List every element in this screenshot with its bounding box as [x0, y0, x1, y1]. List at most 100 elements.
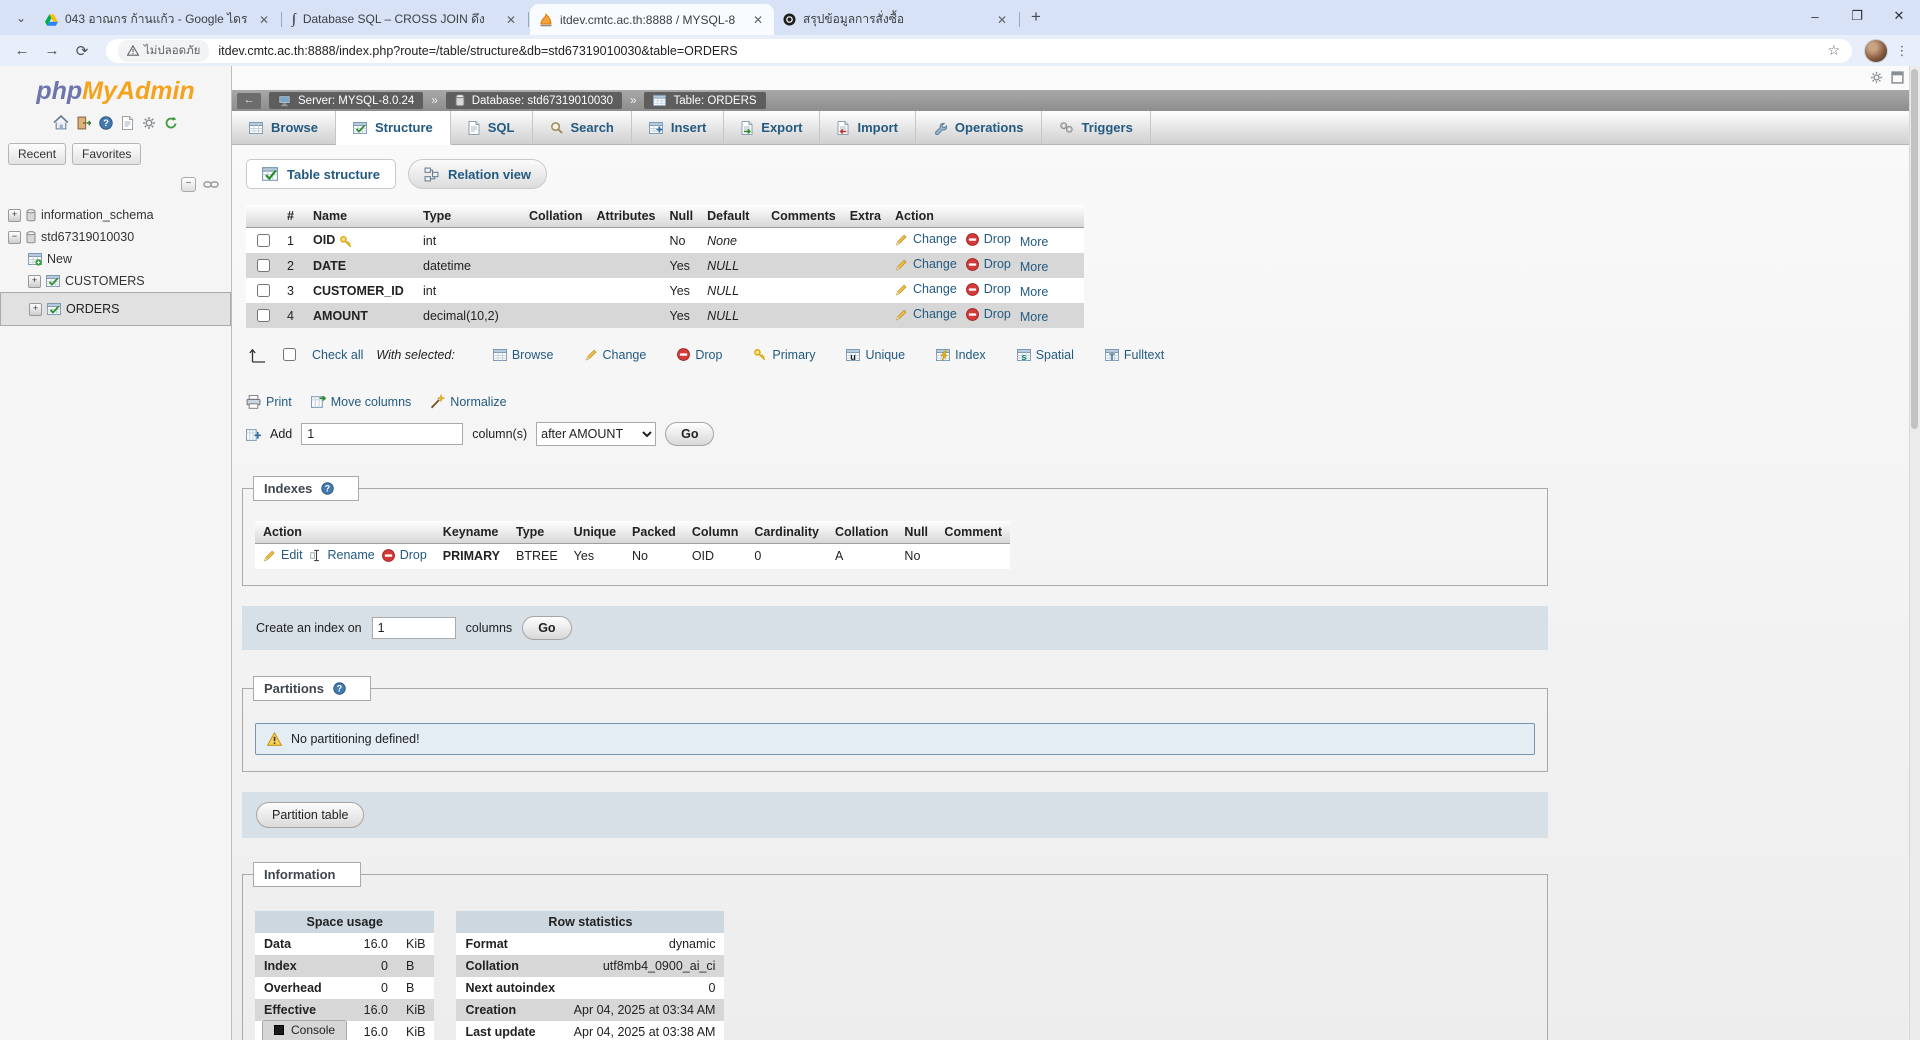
- console-toggle[interactable]: Console: [262, 1020, 347, 1040]
- more-link[interactable]: More: [1020, 260, 1048, 274]
- security-chip[interactable]: ไม่ปลอดภัย: [118, 40, 209, 62]
- check-all-link[interactable]: Check all: [312, 348, 363, 362]
- tab-browse[interactable]: Browse: [232, 111, 336, 144]
- browser-tab-3[interactable]: itdev.cmtc.ac.th:8888 / MYSQL-8✕: [530, 4, 774, 35]
- tab-operations[interactable]: Operations: [916, 111, 1042, 144]
- minimize-button[interactable]: –: [1794, 0, 1836, 32]
- tree-expander-icon[interactable]: +: [8, 209, 21, 222]
- browser-tab-4[interactable]: สรุปข้อมูลการสั่งซื้อ✕: [774, 4, 1018, 35]
- withselected-browse-link[interactable]: Browse: [493, 348, 554, 362]
- scrollbar-thumb[interactable]: [1911, 69, 1918, 429]
- tree-item-CUSTOMERS[interactable]: +CUSTOMERS: [0, 270, 231, 292]
- change-link[interactable]: Change: [895, 307, 957, 321]
- drop-link[interactable]: Drop: [966, 282, 1011, 296]
- maximize-button[interactable]: ❐: [1836, 0, 1878, 32]
- refresh-icon[interactable]: [164, 115, 178, 130]
- row-checkbox[interactable]: [257, 309, 270, 322]
- more-link[interactable]: More: [1020, 310, 1048, 324]
- check-all-checkbox[interactable]: [283, 348, 296, 361]
- tree-item-information_schema[interactable]: +information_schema: [0, 204, 231, 226]
- page-scrollbar[interactable]: [1909, 66, 1920, 1040]
- drop-link[interactable]: Drop: [966, 307, 1011, 321]
- page-settings-gear-icon[interactable]: [1870, 71, 1883, 84]
- indexes-help-icon[interactable]: ?: [321, 482, 334, 495]
- add-count-input[interactable]: [301, 423, 463, 445]
- partitions-help-icon[interactable]: ?: [333, 682, 346, 695]
- breadcrumb-database[interactable]: Database: std67319010030: [446, 92, 622, 109]
- tab-structure[interactable]: Structure: [336, 111, 451, 145]
- recent-button[interactable]: Recent: [8, 143, 66, 165]
- breadcrumb-server[interactable]: Server: MYSQL-8.0.24: [269, 92, 423, 109]
- tab-search-icon[interactable]: ⌄: [8, 5, 34, 31]
- row-checkbox[interactable]: [257, 284, 270, 297]
- withselected-primary-link[interactable]: Primary: [753, 348, 815, 362]
- breadcrumb-table[interactable]: Table: ORDERS: [644, 92, 765, 109]
- change-link[interactable]: Change: [895, 282, 957, 296]
- subtab-relation-view[interactable]: Relation view: [408, 159, 547, 189]
- withselected-unique-link[interactable]: uUnique: [846, 348, 905, 362]
- index-edit-link[interactable]: Edit: [263, 548, 303, 562]
- close-button[interactable]: ✕: [1878, 0, 1920, 32]
- create-index-count-input[interactable]: [372, 617, 456, 639]
- tree-item-ORDERS[interactable]: +ORDERS: [0, 292, 231, 326]
- drop-link[interactable]: Drop: [966, 257, 1011, 271]
- normalize-link[interactable]: Normalize: [430, 394, 506, 409]
- browser-tab-2[interactable]: ∫Database SQL – CROSS JOIN ดึง✕: [283, 4, 527, 35]
- print-link[interactable]: Print: [246, 395, 292, 409]
- tab-insert[interactable]: Insert: [632, 111, 724, 144]
- move-columns-link[interactable]: Move columns: [311, 394, 412, 409]
- create-index-go-button[interactable]: Go: [522, 616, 571, 640]
- forward-icon[interactable]: →: [40, 42, 64, 59]
- docs-icon[interactable]: [121, 115, 134, 130]
- add-go-button[interactable]: Go: [665, 422, 714, 446]
- home-icon[interactable]: [53, 115, 69, 130]
- index-drop-link[interactable]: Drop: [382, 548, 427, 562]
- tab-export[interactable]: Export: [724, 111, 820, 144]
- reload-icon[interactable]: ⟳: [70, 42, 94, 60]
- tree-item-std67319010030[interactable]: −std67319010030: [0, 226, 231, 248]
- phpmyadmin-logo[interactable]: phpMyAdmin: [0, 66, 231, 108]
- browser-menu-icon[interactable]: ⋮: [1894, 43, 1910, 59]
- tree-expander-icon[interactable]: +: [29, 303, 42, 316]
- tree-item-New[interactable]: New: [0, 248, 231, 270]
- withselected-spatial-link[interactable]: sSpatial: [1017, 348, 1074, 362]
- profile-avatar[interactable]: [1864, 39, 1888, 63]
- bookmark-star-icon[interactable]: ☆: [1827, 42, 1840, 59]
- logout-door-icon[interactable]: [77, 115, 91, 130]
- withselected-drop-link[interactable]: Drop: [677, 348, 722, 362]
- breadcrumb-back-icon[interactable]: ←: [237, 93, 261, 109]
- withselected-change-link[interactable]: Change: [585, 348, 647, 362]
- favorites-button[interactable]: Favorites: [72, 143, 141, 165]
- tab-close-icon[interactable]: ✕: [995, 13, 1009, 27]
- row-checkbox[interactable]: [257, 259, 270, 272]
- tab-close-icon[interactable]: ✕: [257, 13, 271, 27]
- settings-gear-icon[interactable]: [142, 115, 156, 130]
- browser-tab-1[interactable]: 043 อาณกร ก้านแก้ว - Google ไดร✕: [36, 4, 280, 35]
- more-link[interactable]: More: [1020, 285, 1048, 299]
- withselected-fulltext-link[interactable]: TFulltext: [1105, 348, 1164, 362]
- add-position-select[interactable]: after AMOUNT: [536, 422, 656, 446]
- more-link[interactable]: More: [1020, 235, 1048, 249]
- drop-link[interactable]: Drop: [966, 232, 1011, 246]
- expand-window-icon[interactable]: [1891, 71, 1904, 84]
- new-tab-button[interactable]: +: [1023, 4, 1049, 30]
- row-checkbox[interactable]: [257, 234, 270, 247]
- tree-expander-icon[interactable]: +: [28, 275, 41, 288]
- tab-sql[interactable]: SQL: [451, 111, 533, 144]
- collapse-all-icon[interactable]: −: [181, 177, 196, 192]
- change-link[interactable]: Change: [895, 232, 957, 246]
- link-panels-icon[interactable]: [203, 179, 219, 190]
- help-icon[interactable]: ?: [99, 115, 113, 130]
- tab-import[interactable]: Import: [820, 111, 915, 144]
- tab-close-icon[interactable]: ✕: [504, 13, 518, 27]
- withselected-index-link[interactable]: Index: [936, 348, 986, 362]
- partition-table-button[interactable]: Partition table: [256, 802, 364, 828]
- change-link[interactable]: Change: [895, 257, 957, 271]
- url-bar[interactable]: ไม่ปลอดภัย itdev.cmtc.ac.th:8888/index.p…: [106, 39, 1852, 63]
- back-icon[interactable]: ←: [10, 42, 34, 59]
- tab-triggers[interactable]: Triggers: [1042, 111, 1151, 144]
- tab-close-icon[interactable]: ✕: [751, 13, 765, 27]
- index-rename-link[interactable]: Rename: [310, 548, 375, 562]
- tree-expander-icon[interactable]: −: [8, 231, 21, 244]
- subtab-table-structure[interactable]: Table structure: [246, 159, 396, 189]
